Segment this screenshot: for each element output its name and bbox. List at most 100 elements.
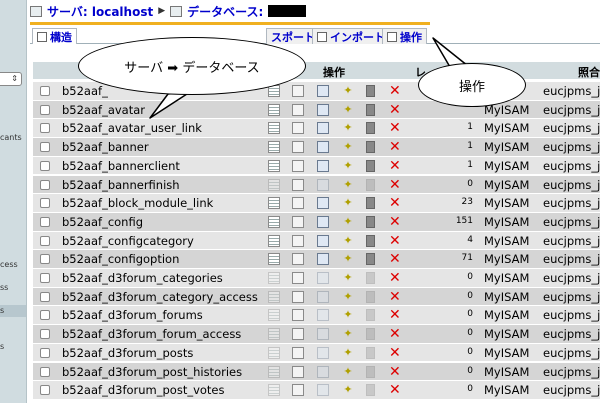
browse-icon[interactable] — [268, 159, 280, 172]
table-name[interactable]: b52aaf_bannerclient — [62, 159, 180, 173]
row-checkbox[interactable] — [40, 254, 50, 265]
insert-icon[interactable]: ✦ — [342, 85, 354, 97]
insert-icon[interactable]: ✦ — [342, 159, 354, 172]
insert-icon[interactable]: ✦ — [342, 122, 354, 134]
row-checkbox[interactable] — [40, 235, 50, 246]
structure-icon[interactable] — [292, 215, 304, 228]
table-name[interactable]: b52aaf_d3forum_post_votes — [62, 383, 225, 397]
insert-icon[interactable]: ✦ — [342, 234, 354, 247]
browse-icon[interactable] — [268, 272, 280, 284]
empty-icon[interactable] — [366, 272, 375, 284]
table-name[interactable]: b52aaf_d3forum_posts — [62, 346, 193, 360]
empty-icon[interactable] — [366, 122, 375, 135]
row-checkbox[interactable] — [40, 347, 50, 358]
row-checkbox[interactable] — [40, 142, 50, 153]
structure-icon[interactable] — [292, 328, 304, 341]
structure-icon[interactable] — [292, 384, 304, 397]
browse-icon[interactable] — [268, 215, 280, 228]
sidebar-fragment[interactable]: cess — [0, 260, 18, 269]
row-checkbox[interactable] — [40, 366, 50, 377]
insert-icon[interactable]: ✦ — [342, 253, 354, 265]
drop-icon[interactable]: ✕ — [389, 215, 401, 229]
search-icon[interactable] — [317, 197, 329, 210]
sidebar-fragment[interactable]: ss — [0, 283, 8, 292]
search-icon[interactable] — [317, 290, 329, 303]
structure-icon[interactable] — [292, 290, 304, 303]
browse-icon[interactable] — [268, 178, 280, 191]
drop-icon[interactable]: ✕ — [389, 252, 401, 266]
empty-icon[interactable] — [366, 234, 375, 247]
search-icon[interactable] — [317, 309, 329, 322]
table-name[interactable]: b52aaf_configoption — [62, 252, 179, 266]
browse-icon[interactable] — [268, 253, 280, 266]
row-checkbox[interactable] — [40, 86, 50, 96]
structure-icon[interactable] — [292, 234, 304, 247]
table-name[interactable]: b52aaf_bannerfinish — [62, 178, 180, 192]
insert-icon[interactable]: ✦ — [342, 141, 354, 153]
browse-icon[interactable] — [268, 384, 280, 397]
structure-icon[interactable] — [292, 178, 304, 191]
row-checkbox[interactable] — [40, 385, 50, 396]
empty-icon[interactable] — [366, 346, 375, 359]
browse-icon[interactable] — [268, 234, 280, 247]
empty-icon[interactable] — [366, 253, 375, 266]
table-name[interactable]: b52aaf_avatar — [62, 103, 145, 117]
insert-icon[interactable]: ✦ — [342, 346, 354, 359]
structure-icon[interactable] — [292, 272, 304, 284]
drop-icon[interactable]: ✕ — [389, 103, 401, 117]
tab-operations[interactable]: 操作 — [382, 28, 427, 44]
drop-icon[interactable]: ✕ — [389, 327, 401, 341]
drop-icon[interactable]: ✕ — [389, 121, 401, 135]
browse-icon[interactable] — [268, 328, 280, 341]
structure-icon[interactable] — [292, 103, 304, 116]
empty-icon[interactable] — [366, 365, 375, 378]
search-icon[interactable] — [317, 122, 329, 135]
search-icon[interactable] — [317, 215, 329, 228]
search-icon[interactable] — [317, 346, 329, 359]
row-checkbox[interactable] — [40, 216, 50, 227]
drop-icon[interactable]: ✕ — [389, 234, 401, 248]
empty-icon[interactable] — [366, 384, 375, 397]
empty-icon[interactable] — [366, 215, 375, 228]
empty-icon[interactable] — [366, 309, 375, 322]
structure-icon[interactable] — [292, 365, 304, 378]
browse-icon[interactable] — [268, 122, 280, 135]
browse-icon[interactable] — [268, 346, 280, 359]
drop-icon[interactable]: ✕ — [389, 178, 401, 192]
sidebar-selected-item[interactable]: s — [0, 305, 26, 317]
search-icon[interactable] — [317, 85, 329, 97]
table-name[interactable]: b52aaf_d3forum_forum_access — [62, 327, 241, 341]
table-name[interactable]: b52aaf_ — [62, 84, 108, 98]
search-icon[interactable] — [317, 103, 329, 116]
drop-icon[interactable]: ✕ — [389, 159, 401, 173]
insert-icon[interactable]: ✦ — [342, 309, 354, 321]
row-checkbox[interactable] — [40, 291, 50, 302]
empty-icon[interactable] — [366, 290, 375, 303]
row-checkbox[interactable] — [40, 160, 50, 171]
drop-icon[interactable]: ✕ — [389, 140, 401, 154]
search-icon[interactable] — [317, 328, 329, 341]
structure-icon[interactable] — [292, 141, 304, 154]
insert-icon[interactable]: ✦ — [342, 272, 354, 284]
browse-icon[interactable] — [268, 309, 280, 322]
header-collation[interactable]: 照合 — [578, 64, 600, 80]
insert-icon[interactable]: ✦ — [342, 365, 354, 378]
drop-icon[interactable]: ✕ — [389, 196, 401, 210]
insert-icon[interactable]: ✦ — [342, 384, 354, 396]
browse-icon[interactable] — [268, 141, 280, 154]
tab-import[interactable]: インポート — [312, 28, 390, 44]
empty-icon[interactable] — [366, 159, 375, 172]
empty-icon[interactable] — [366, 103, 375, 116]
row-checkbox[interactable] — [40, 329, 50, 340]
table-name[interactable]: b52aaf_avatar_user_link — [62, 121, 202, 135]
search-icon[interactable] — [317, 365, 329, 378]
drop-icon[interactable]: ✕ — [389, 346, 401, 360]
structure-icon[interactable] — [292, 197, 304, 210]
browse-icon[interactable] — [268, 103, 280, 116]
table-name[interactable]: b52aaf_d3forum_post_histories — [62, 365, 242, 379]
breadcrumb-database[interactable]: データベース: — [187, 3, 263, 20]
row-checkbox[interactable] — [40, 179, 50, 190]
table-name[interactable]: b52aaf_banner — [62, 140, 149, 154]
table-name[interactable]: b52aaf_configcategory — [62, 234, 194, 248]
empty-icon[interactable] — [366, 85, 375, 97]
